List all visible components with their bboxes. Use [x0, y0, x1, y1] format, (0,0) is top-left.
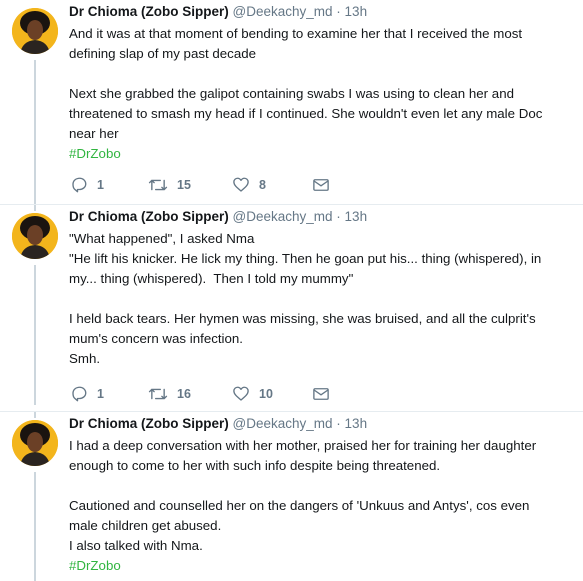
- retweet-button[interactable]: 15: [148, 176, 232, 194]
- text-line: "He lift his knicker. He lick my thing. …: [69, 251, 542, 266]
- text-line: mum's concern was infection.: [69, 331, 243, 346]
- hashtag-link[interactable]: #DrZobo: [69, 556, 569, 576]
- tweet-header: Dr Chioma (Zobo Sipper) @Deekachy_md · 1…: [69, 4, 367, 19]
- text-line: defining slap of my past decade: [69, 46, 257, 61]
- thread-line: [34, 265, 36, 405]
- text-line: my... thing (whispered). Then I told my …: [69, 271, 354, 286]
- hashtag-link[interactable]: #DrZobo: [69, 144, 569, 164]
- retweet-button[interactable]: 16: [148, 385, 232, 403]
- display-name[interactable]: Dr Chioma (Zobo Sipper): [69, 416, 229, 431]
- text-line: enough to come to her with such info des…: [69, 458, 441, 473]
- message-button[interactable]: [312, 177, 330, 193]
- text-line: I also talked with Nma.: [69, 538, 203, 553]
- tweet-header: Dr Chioma (Zobo Sipper) @Deekachy_md · 1…: [69, 416, 367, 431]
- avatar[interactable]: [12, 8, 58, 54]
- text-line: Next she grabbed the galipot containing …: [69, 86, 514, 101]
- text-line: threatened to smash my head if I continu…: [69, 106, 543, 121]
- like-count: 8: [259, 178, 266, 192]
- timestamp[interactable]: 13h: [345, 416, 368, 431]
- tweet-header: Dr Chioma (Zobo Sipper) @Deekachy_md · 1…: [69, 209, 367, 224]
- user-handle[interactable]: @Deekachy_md: [233, 209, 333, 224]
- user-handle[interactable]: @Deekachy_md: [233, 416, 333, 431]
- tweet-actions: 1 15 8: [70, 176, 330, 194]
- text-line: male children get abused.: [69, 518, 222, 533]
- display-name[interactable]: Dr Chioma (Zobo Sipper): [69, 4, 229, 19]
- user-handle[interactable]: @Deekachy_md: [233, 4, 333, 19]
- text-line: Cautioned and counselled her on the dang…: [69, 498, 530, 513]
- thread-line: [34, 472, 36, 581]
- reply-icon: [72, 177, 87, 193]
- thread-line: [34, 412, 36, 418]
- mail-icon: [313, 179, 329, 191]
- avatar[interactable]: [12, 213, 58, 259]
- heart-icon: [233, 177, 249, 192]
- tweet-text: And it was at that moment of bending to …: [69, 24, 569, 164]
- thread-line: [34, 60, 36, 205]
- separator: ·: [336, 416, 341, 431]
- reply-button[interactable]: 1: [70, 385, 148, 403]
- text-line: I had a deep conversation with her mothe…: [69, 438, 537, 453]
- retweet-count: 16: [177, 387, 191, 401]
- reply-count: 1: [97, 178, 104, 192]
- display-name[interactable]: Dr Chioma (Zobo Sipper): [69, 209, 229, 224]
- timestamp[interactable]: 13h: [345, 4, 368, 19]
- separator: ·: [336, 4, 341, 19]
- text-line: near her: [69, 126, 119, 141]
- text-line: Smh.: [69, 351, 101, 366]
- retweet-icon: [148, 388, 168, 400]
- text-line: And it was at that moment of bending to …: [69, 26, 523, 41]
- separator: ·: [336, 209, 341, 224]
- mail-icon: [313, 388, 329, 400]
- timestamp[interactable]: 13h: [345, 209, 368, 224]
- tweet-3[interactable]: Dr Chioma (Zobo Sipper) @Deekachy_md · 1…: [0, 412, 583, 581]
- tweet-2[interactable]: Dr Chioma (Zobo Sipper) @Deekachy_md · 1…: [0, 205, 583, 405]
- heart-icon: [233, 386, 249, 401]
- thread-line: [34, 205, 36, 211]
- reply-count: 1: [97, 387, 104, 401]
- reply-button[interactable]: 1: [70, 176, 148, 194]
- text-line: "What happened", I asked Nma: [69, 231, 255, 246]
- avatar[interactable]: [12, 420, 58, 466]
- tweet-text: "What happened", I asked Nma "He lift hi…: [69, 229, 569, 369]
- like-button[interactable]: 10: [232, 385, 312, 403]
- retweet-icon: [148, 179, 168, 191]
- reply-icon: [72, 386, 87, 402]
- text-line: I held back tears. Her hymen was missing…: [69, 311, 536, 326]
- like-count: 10: [259, 387, 273, 401]
- tweet-1[interactable]: Dr Chioma (Zobo Sipper) @Deekachy_md · 1…: [0, 0, 583, 205]
- tweet-actions: 1 16 10: [70, 385, 330, 403]
- message-button[interactable]: [312, 386, 330, 402]
- retweet-count: 15: [177, 178, 191, 192]
- tweet-text: I had a deep conversation with her mothe…: [69, 436, 569, 576]
- like-button[interactable]: 8: [232, 176, 312, 194]
